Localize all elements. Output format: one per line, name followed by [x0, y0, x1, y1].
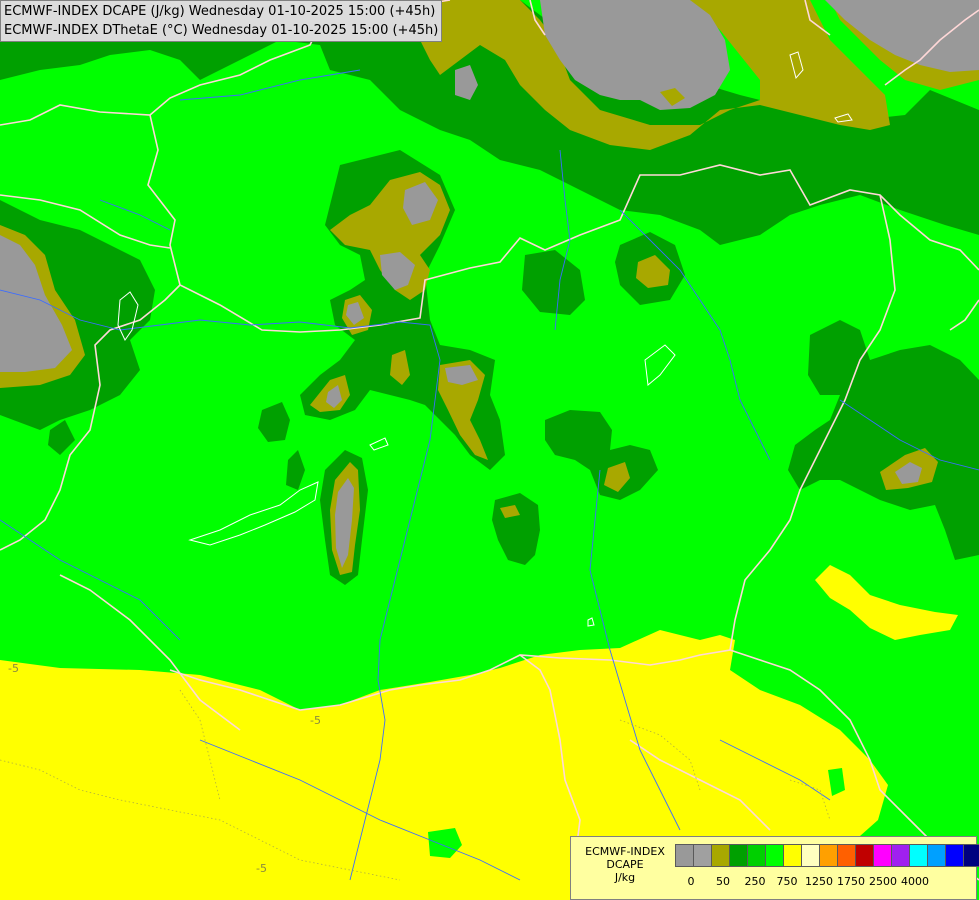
legend-color-bar [675, 844, 979, 867]
contour-label: -5 [310, 714, 321, 727]
legend-swatch [837, 844, 856, 867]
legend-swatch [801, 844, 820, 867]
header-title-dcape: ECMWF-INDEX DCAPE (J/kg) Wednesday 01-10… [4, 4, 436, 19]
contour-label: -5 [8, 662, 19, 675]
legend-tick-label: 1250 [805, 875, 833, 888]
legend-swatch [765, 844, 784, 867]
legend-swatch [783, 844, 802, 867]
map-header: ECMWF-INDEX DCAPE (J/kg) Wednesday 01-10… [0, 0, 443, 42]
legend-tick-label: 1750 [837, 875, 865, 888]
legend-swatch [855, 844, 874, 867]
contour-label: -5 [256, 862, 267, 875]
legend-title-line: J/kg [614, 871, 636, 884]
legend-ticks: 0 50 250 750 1250 1750 2500 4000 [675, 875, 975, 889]
legend-tick-label: 0 [687, 875, 695, 888]
legend-title: ECMWF-INDEX DCAPE J/kg [575, 845, 675, 884]
legend-tick-label: 2500 [869, 875, 897, 888]
legend-title-line: ECMWF-INDEX [585, 845, 665, 858]
legend-swatch [927, 844, 946, 867]
legend-tick-label: 250 [744, 875, 766, 888]
legend-swatch [675, 844, 694, 867]
legend-swatch [873, 844, 892, 867]
legend-tick-label: 4000 [901, 875, 929, 888]
legend-swatch [693, 844, 712, 867]
legend-swatch [729, 844, 748, 867]
legend-swatch [963, 844, 979, 867]
legend-swatch [747, 844, 766, 867]
legend-swatch [891, 844, 910, 867]
weather-map: -5 -5 -5 [0, 0, 979, 900]
legend: ECMWF-INDEX DCAPE J/kg 0 50 250 750 1250 1750… [570, 836, 979, 900]
legend-tick-label: 50 [716, 875, 730, 888]
legend-swatch [945, 844, 964, 867]
legend-swatch [909, 844, 928, 867]
legend-swatch [711, 844, 730, 867]
legend-tick-label: 750 [776, 875, 798, 888]
legend-title-line: DCAPE [606, 858, 644, 871]
legend-swatch [819, 844, 838, 867]
header-title-dthetae: ECMWF-INDEX DThetaE (°C) Wednesday 01-10… [4, 23, 439, 38]
